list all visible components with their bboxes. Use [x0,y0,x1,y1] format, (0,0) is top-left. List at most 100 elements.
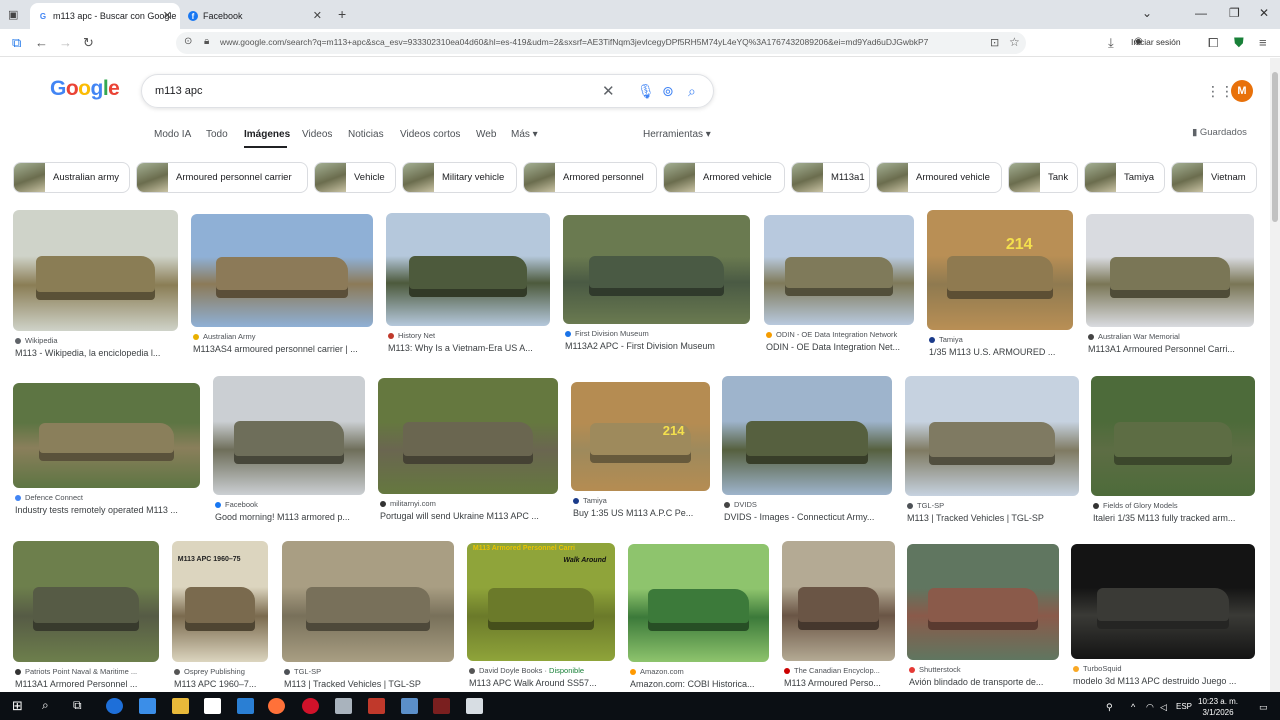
result-title[interactable]: M113AS4 armoured personnel carrier | ... [193,344,373,354]
close-window-icon[interactable]: ✕ [1259,6,1269,20]
result-title[interactable]: M113 APC Walk Around SS57... [469,678,615,688]
tray-chevron-icon[interactable]: ^ [1131,702,1135,712]
image-result[interactable]: History Net M113: Why Is a Vietnam-Era US… [386,213,550,366]
app-icon[interactable] [466,698,483,714]
extensions-icon[interactable]: ⧠ [1208,35,1218,51]
avatar[interactable]: M [1231,80,1253,102]
image-result[interactable]: Australian War Memorial M113A1 Armoured P… [1086,214,1254,367]
downloads-icon[interactable]: ⤓ [1108,35,1114,51]
tab-images[interactable]: Imágenes [244,129,290,140]
app-icon[interactable] [368,698,385,714]
search-input[interactable]: m113 apc [155,85,203,97]
image-result[interactable]: Patriots Point Naval & Maritime ... M113A… [13,541,159,702]
image-result[interactable]: Amazon.com Amazon.com: COBI Historica... [628,544,769,702]
scrollbar-thumb[interactable] [1272,72,1278,222]
taskbar-search-icon[interactable]: ⌕ [42,698,49,713]
chip-vehicle[interactable]: Vehicle [314,162,396,193]
search-icon[interactable]: ⌕ [688,83,696,100]
result-title[interactable]: M113 | Tracked Vehicles | TGL-SP [284,679,454,689]
result-thumbnail[interactable]: M113 APC 1960–75 [172,541,268,662]
result-thumbnail[interactable] [782,541,895,661]
result-title[interactable]: M113 | Tracked Vehicles | TGL-SP [907,513,1079,523]
people-icon[interactable]: ⚲ [1106,702,1113,713]
result-source[interactable]: TurboSquid [1073,664,1255,673]
result-source[interactable]: TGL-SP [907,501,1079,510]
result-thumbnail[interactable]: 214 [927,210,1073,330]
result-title[interactable]: Industry tests remotely operated M113 ..… [15,505,200,515]
wifi-icon[interactable]: ◠ [1146,702,1154,713]
result-source[interactable]: TGL-SP [284,667,454,676]
result-title[interactable]: M113 APC 1960–7... [174,679,268,689]
notifications-icon[interactable]: ▭ [1259,702,1268,713]
result-thumbnail[interactable] [13,383,200,488]
system-clock[interactable]: 10:23 a. m. 3/1/2026 [1198,696,1238,718]
workspaces-icon[interactable]: ⧉ [12,35,21,51]
store-icon[interactable] [139,698,156,714]
microphone-icon[interactable]: 🎙︎ [637,83,655,100]
result-source[interactable]: militarnyi.com [380,499,558,508]
image-result[interactable]: First Division Museum M113A2 APC - First … [563,215,750,364]
photos-icon[interactable] [401,698,418,714]
task-view-icon[interactable]: ⧉ [73,698,82,713]
image-result[interactable]: militarnyi.com Portugal will send Ukraine… [378,378,558,534]
result-thumbnail[interactable] [282,541,454,662]
result-title[interactable]: Buy 1:35 US M113 A.P.C Pe... [573,508,710,518]
result-thumbnail[interactable] [907,544,1059,660]
result-thumbnail[interactable] [13,210,178,331]
chip-military-vehicle[interactable]: Military vehicle [402,162,517,193]
tab-google-search[interactable]: G m113 apc - Buscar con Google ✕ [30,3,180,29]
result-title[interactable]: Italeri 1/35 M113 fully tracked arm... [1093,513,1255,523]
opera-icon[interactable] [302,698,319,714]
file-explorer-icon[interactable] [172,698,189,714]
result-source[interactable]: Osprey Publishing [174,667,268,676]
app-icon[interactable] [433,698,450,714]
tab-more[interactable]: Más ▾ [511,129,538,140]
chip-armoured-personnel-carrier[interactable]: Armoured personnel carrier [136,162,308,193]
firefox-icon[interactable] [268,698,285,714]
result-title[interactable]: Good morning! M113 armored p... [215,512,365,522]
result-source[interactable]: ODIN - OE Data Integration Network [766,330,914,339]
result-source[interactable]: First Division Museum [565,329,750,338]
result-source[interactable]: Shutterstock [909,665,1059,674]
tab-news[interactable]: Noticias [348,129,384,140]
page-scrollbar[interactable] [1270,58,1280,692]
mail-icon[interactable] [237,698,254,714]
result-source[interactable]: Facebook [215,500,365,509]
result-thumbnail[interactable]: M113 Armored Personnel Carri Walk Around [467,543,615,661]
result-thumbnail[interactable] [905,376,1079,496]
windows-start-icon[interactable]: ⊞ [12,698,23,714]
result-title[interactable]: Avión blindado de transporte de... [909,677,1059,687]
result-title[interactable]: M113A1 Armored Personnel ... [15,679,159,689]
microsoft-store-icon[interactable] [204,698,221,714]
app-icon[interactable] [335,698,352,714]
image-result[interactable]: TGL-SP M113 | Tracked Vehicles | TGL-SP [282,541,454,702]
result-source[interactable]: DVIDS [724,500,892,509]
close-tab-icon[interactable]: ✕ [313,9,322,22]
result-thumbnail[interactable] [386,213,550,326]
result-thumbnail[interactable] [722,376,892,495]
image-result[interactable]: TGL-SP M113 | Tracked Vehicles | TGL-SP [905,376,1079,536]
result-title[interactable]: 1/35 M113 U.S. ARMOURED ... [929,347,1073,357]
chip-tank[interactable]: Tank [1008,162,1078,193]
chip-armored-vehicle[interactable]: Armored vehicle [663,162,785,193]
result-thumbnail[interactable]: 214 [571,382,710,491]
new-tab-icon[interactable]: + [338,6,346,22]
language-indicator[interactable]: ESP [1176,702,1192,711]
image-result[interactable]: Australian Army M113AS4 armoured personne… [191,214,373,367]
image-result[interactable]: DVIDS DVIDS - Images - Connecticut Army..… [722,376,892,535]
edge-icon[interactable] [106,698,123,714]
result-thumbnail[interactable] [1071,544,1255,659]
bookmark-star-icon[interactable]: ☆ [1009,35,1020,49]
saved-button[interactable]: ▮ Guardados [1192,127,1247,138]
result-source[interactable]: Wikipedia [15,336,178,345]
result-thumbnail[interactable] [378,378,558,494]
volume-icon[interactable]: ◁ [1160,702,1167,713]
address-bar[interactable]: ⊙ 🔒︎ www.google.com/search?q=m113+apc&sc… [176,32,1026,54]
result-source[interactable]: David Doyle Books · Disponible [469,666,615,675]
result-title[interactable]: M113 - Wikipedia, la enciclopedia l... [15,348,178,358]
image-result[interactable]: 214 Tamiya 1/35 M113 U.S. ARMOURED ... [927,210,1073,370]
image-result[interactable]: Fields of Glory Models Italeri 1/35 M113 … [1091,376,1255,536]
menu-icon[interactable]: ≡ [1259,35,1267,50]
result-source[interactable]: The Canadian Encyclop... [784,666,895,675]
tab-all[interactable]: Todo [206,129,228,140]
